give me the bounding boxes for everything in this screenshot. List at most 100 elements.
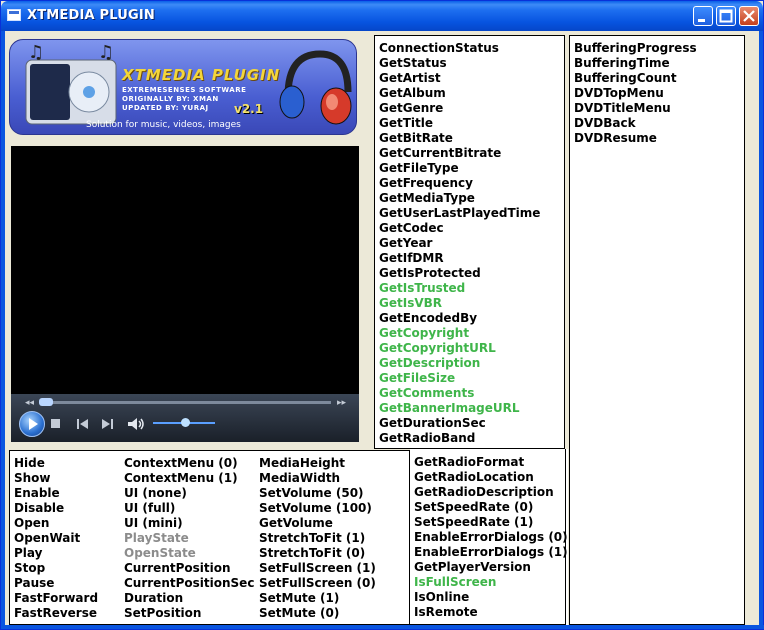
next-icon[interactable] [101,419,113,429]
command-link-hide[interactable]: Hide [14,456,98,471]
command-link-getcopyrighturl[interactable]: GetCopyrightURL [379,341,564,356]
command-link-enable[interactable]: Enable [14,486,98,501]
command-link-mediaheight[interactable]: MediaHeight [259,456,376,471]
logo-credit-3: UPDATED BY: YURAJ [122,104,209,112]
minimize-button[interactable] [693,6,713,26]
command-link-dvdback[interactable]: DVDBack [574,116,744,131]
command-link-bufferingcount[interactable]: BufferingCount [574,71,744,86]
maximize-button[interactable] [716,6,736,26]
command-link-pause[interactable]: Pause [14,576,98,591]
seek-bar[interactable] [39,398,331,406]
command-link-duration[interactable]: Duration [124,591,254,606]
command-link-getstatus[interactable]: GetStatus [379,56,564,71]
stop-icon[interactable] [51,419,61,429]
seek-forward-icon[interactable]: ▸▸ [337,397,346,409]
command-link-getradioband[interactable]: GetRadioBand [379,431,564,446]
command-link-getistrusted[interactable]: GetIsTrusted [379,281,564,296]
command-link-show[interactable]: Show [14,471,98,486]
command-link-getcopyright[interactable]: GetCopyright [379,326,564,341]
command-link-fastforward[interactable]: FastForward [14,591,98,606]
command-link-getradioformat[interactable]: GetRadioFormat [414,455,568,470]
command-link-contextmenu-1[interactable]: ContextMenu (1) [124,471,254,486]
command-link-ui-full[interactable]: UI (full) [124,501,254,516]
close-button[interactable] [739,6,759,26]
command-link-gettitle[interactable]: GetTitle [379,116,564,131]
command-link-getcodec[interactable]: GetCodec [379,221,564,236]
command-link-play[interactable]: Play [14,546,98,561]
command-link-getradiolocation[interactable]: GetRadioLocation [414,470,568,485]
command-link-currentpositionsec[interactable]: CurrentPositionSec [124,576,254,591]
command-link-stretchtofit-0[interactable]: StretchToFit (0) [259,546,376,561]
command-column-1: Hide Show Enable Disable Open OpenWait Play Sto… [14,456,98,621]
command-link-enableerrordialogs-1[interactable]: EnableErrorDialogs (1) [414,545,568,560]
play-button[interactable] [19,411,45,437]
command-link-playstate[interactable]: PlayState [124,531,254,546]
command-link-setmute-0[interactable]: SetMute (0) [259,606,376,621]
command-link-getgenre[interactable]: GetGenre [379,101,564,116]
command-list-media-info: ConnectionStatus GetStatus GetArtist GetAlb… [374,35,565,449]
command-link-getmediatype[interactable]: GetMediaType [379,191,564,206]
volume-slider[interactable] [153,418,215,427]
seek-back-icon[interactable]: ◂◂ [25,397,34,409]
command-link-getartist[interactable]: GetArtist [379,71,564,86]
command-link-getuserlastplayedtime[interactable]: GetUserLastPlayedTime [379,206,564,221]
command-link-getcomments[interactable]: GetComments [379,386,564,401]
command-link-getfilesize[interactable]: GetFileSize [379,371,564,386]
title-bar[interactable]: XTMEDIA PLUGIN [1,1,763,31]
command-link-connectionstatus[interactable]: ConnectionStatus [379,41,564,56]
command-link-isremote[interactable]: IsRemote [414,605,568,620]
command-link-stop[interactable]: Stop [14,561,98,576]
command-link-setposition[interactable]: SetPosition [124,606,254,621]
svg-text:♫: ♫ [28,42,44,63]
command-link-setvolume-100[interactable]: SetVolume (100) [259,501,376,516]
command-link-enableerrordialogs-0[interactable]: EnableErrorDialogs (0) [414,530,568,545]
command-link-getalbum[interactable]: GetAlbum [379,86,564,101]
command-link-getdescription[interactable]: GetDescription [379,356,564,371]
command-link-isfullscreen[interactable]: IsFullScreen [414,575,568,590]
command-link-setfullscreen-1[interactable]: SetFullScreen (1) [259,561,376,576]
command-link-getbannerimageurl[interactable]: GetBannerImageURL [379,401,564,416]
seek-thumb[interactable] [39,398,53,406]
command-link-setmute-1[interactable]: SetMute (1) [259,591,376,606]
command-link-stretchtofit-1[interactable]: StretchToFit (1) [259,531,376,546]
command-link-getvolume[interactable]: GetVolume [259,516,376,531]
command-link-open[interactable]: Open [14,516,98,531]
command-link-setvolume-50[interactable]: SetVolume (50) [259,486,376,501]
command-link-getisprotected[interactable]: GetIsProtected [379,266,564,281]
window-icon [7,9,21,21]
command-link-mediawidth[interactable]: MediaWidth [259,471,376,486]
command-link-bufferingtime[interactable]: BufferingTime [574,56,744,71]
command-link-getyear[interactable]: GetYear [379,236,564,251]
command-link-openstate[interactable]: OpenState [124,546,254,561]
command-link-setspeedrate-0[interactable]: SetSpeedRate (0) [414,500,568,515]
command-link-getencodedby[interactable]: GetEncodedBy [379,311,564,326]
play-icon [29,418,38,430]
command-link-getbitrate[interactable]: GetBitRate [379,131,564,146]
command-link-dvdtopmenu[interactable]: DVDTopMenu [574,86,744,101]
command-link-setfullscreen-0[interactable]: SetFullScreen (0) [259,576,376,591]
command-link-dvdtitlemenu[interactable]: DVDTitleMenu [574,101,744,116]
command-link-getdurationsec[interactable]: GetDurationSec [379,416,564,431]
command-link-dvdresume[interactable]: DVDResume [574,131,744,146]
volume-icon[interactable] [127,417,145,431]
command-link-getplayerversion[interactable]: GetPlayerVersion [414,560,568,575]
command-link-getfrequency[interactable]: GetFrequency [379,176,564,191]
logo-version: v2.1 [234,102,264,116]
volume-thumb[interactable] [181,418,190,427]
command-link-getfiletype[interactable]: GetFileType [379,161,564,176]
command-link-contextmenu-0[interactable]: ContextMenu (0) [124,456,254,471]
command-link-getradiodescription[interactable]: GetRadioDescription [414,485,568,500]
command-link-getifdmr[interactable]: GetIfDMR [379,251,564,266]
command-link-isonline[interactable]: IsOnline [414,590,568,605]
command-link-ui-mini[interactable]: UI (mini) [124,516,254,531]
command-link-currentposition[interactable]: CurrentPosition [124,561,254,576]
command-link-getcurrentbitrate[interactable]: GetCurrentBitrate [379,146,564,161]
command-link-getisvbr[interactable]: GetIsVBR [379,296,564,311]
command-link-openwait[interactable]: OpenWait [14,531,98,546]
command-link-disable[interactable]: Disable [14,501,98,516]
command-link-ui-none[interactable]: UI (none) [124,486,254,501]
previous-icon[interactable] [77,419,89,429]
command-link-setspeedrate-1[interactable]: SetSpeedRate (1) [414,515,568,530]
command-link-fastreverse[interactable]: FastReverse [14,606,98,621]
command-link-bufferingprogress[interactable]: BufferingProgress [574,41,744,56]
